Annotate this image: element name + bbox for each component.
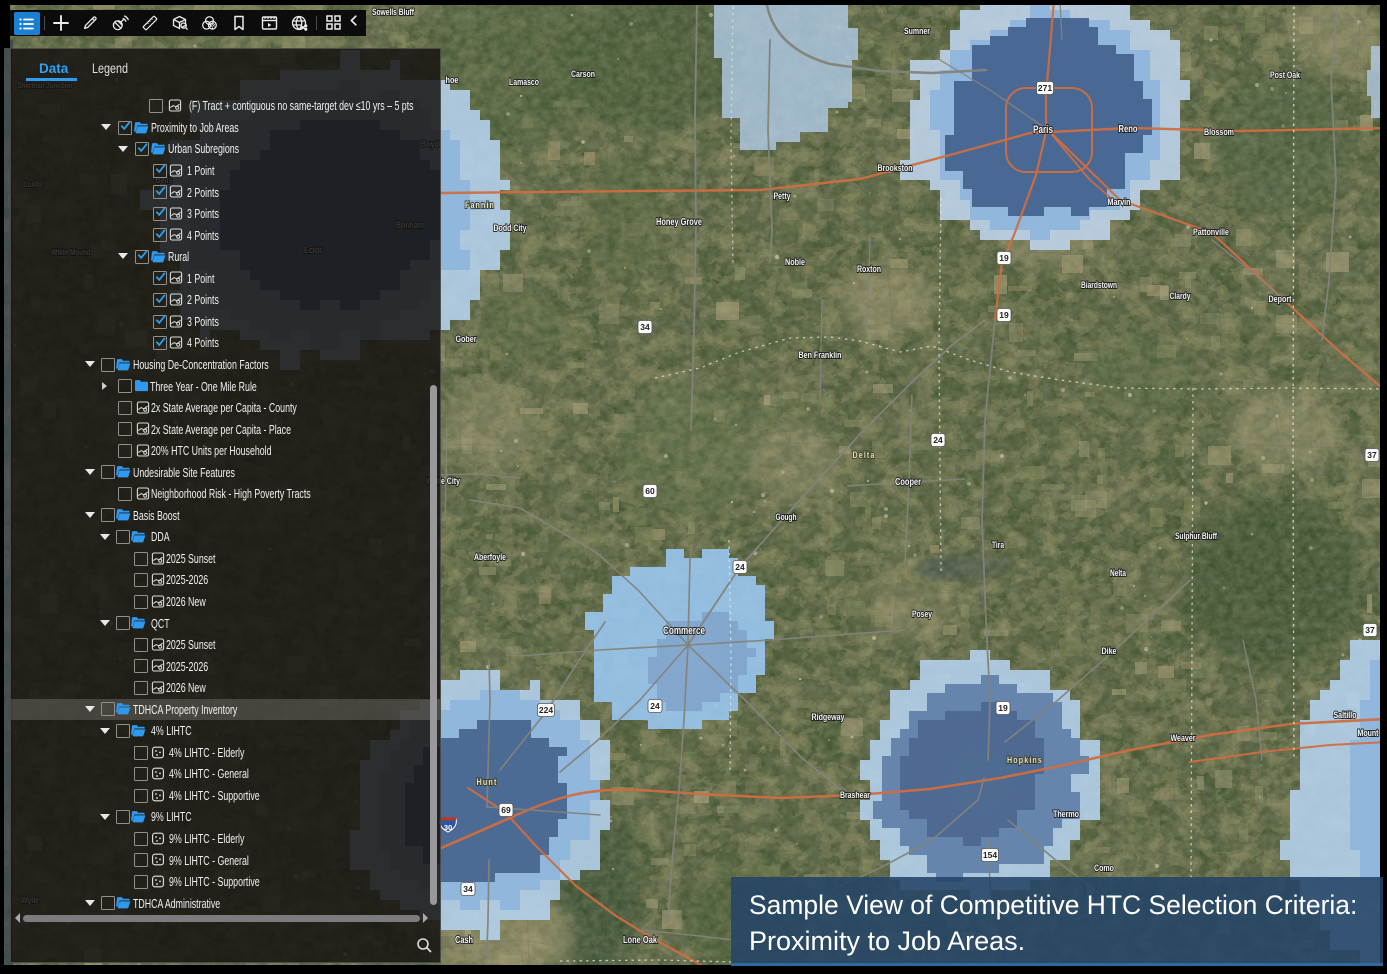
svg-text:Sowells Bluff: Sowells Bluff	[372, 7, 415, 17]
svg-text:Ben Franklin: Ben Franklin	[799, 350, 842, 361]
svg-text:Lone Oak: Lone Oak	[623, 935, 657, 946]
svg-text:Posey: Posey	[912, 609, 932, 619]
svg-text:Cooper: Cooper	[895, 477, 921, 488]
svg-text:37: 37	[1365, 625, 1375, 635]
svg-text:224: 224	[539, 705, 553, 715]
svg-text:Noble: Noble	[785, 257, 805, 268]
svg-text:24: 24	[933, 435, 943, 445]
svg-text:Post Oak: Post Oak	[1270, 70, 1301, 81]
svg-text:34: 34	[640, 322, 650, 332]
svg-text:Honey Grove: Honey Grove	[656, 217, 702, 228]
svg-text:Marvin: Marvin	[1108, 197, 1131, 208]
svg-text:Carson: Carson	[571, 69, 595, 80]
svg-text:Delta: Delta	[853, 450, 876, 460]
svg-text:Como: Como	[1094, 863, 1114, 874]
svg-text:Nelta: Nelta	[1110, 568, 1127, 578]
svg-text:Dodd City: Dodd City	[494, 223, 528, 234]
svg-text:Clardy: Clardy	[1170, 291, 1191, 301]
svg-text:Gough: Gough	[776, 512, 797, 522]
svg-text:Mount: Mount	[1358, 728, 1380, 739]
svg-text:Cash: Cash	[455, 935, 473, 946]
svg-text:Petty: Petty	[774, 191, 792, 202]
svg-text:19: 19	[998, 703, 1008, 713]
svg-text:34: 34	[463, 884, 473, 894]
svg-text:Brashear: Brashear	[840, 790, 870, 801]
svg-text:Tira: Tira	[992, 540, 1005, 550]
svg-text:24: 24	[650, 701, 660, 711]
svg-text:Gober: Gober	[456, 334, 477, 345]
svg-text:271: 271	[1038, 83, 1052, 93]
svg-text:60: 60	[645, 486, 655, 496]
svg-text:Sumner: Sumner	[904, 26, 930, 37]
svg-text:30: 30	[444, 823, 452, 832]
svg-text:Commerce: Commerce	[663, 625, 705, 637]
svg-text:Lamasco: Lamasco	[509, 77, 539, 88]
svg-text:Ridgeway: Ridgeway	[812, 712, 846, 723]
svg-text:69: 69	[501, 805, 511, 815]
svg-text:37: 37	[1367, 450, 1377, 460]
svg-text:Saltillo: Saltillo	[1334, 710, 1357, 721]
svg-text:19: 19	[999, 253, 1009, 263]
svg-text:Weaver: Weaver	[1171, 733, 1196, 744]
svg-text:Fannin: Fannin	[465, 200, 495, 210]
svg-text:Hunt: Hunt	[477, 777, 498, 787]
svg-text:Hopkins: Hopkins	[1007, 755, 1043, 765]
svg-text:Thermo: Thermo	[1053, 809, 1079, 820]
svg-text:Sulphur Bluff: Sulphur Bluff	[1175, 531, 1218, 541]
svg-text:hoe: hoe	[446, 75, 459, 86]
svg-text:Dike: Dike	[1102, 646, 1117, 657]
svg-text:Deport: Deport	[1269, 294, 1293, 305]
svg-text:Roxton: Roxton	[857, 264, 881, 275]
svg-text:Aberfoyle: Aberfoyle	[474, 552, 506, 563]
svg-text:Reno: Reno	[1119, 124, 1138, 135]
svg-text:Pattonville: Pattonville	[1193, 227, 1229, 238]
svg-text:Blossom: Blossom	[1204, 127, 1234, 138]
svg-text:19: 19	[999, 310, 1009, 320]
svg-text:Brookston: Brookston	[878, 163, 913, 174]
svg-text:Paris: Paris	[1033, 124, 1053, 136]
svg-text:154: 154	[983, 850, 997, 860]
svg-text:24: 24	[735, 562, 745, 572]
svg-text:Biardstown: Biardstown	[1081, 280, 1117, 290]
